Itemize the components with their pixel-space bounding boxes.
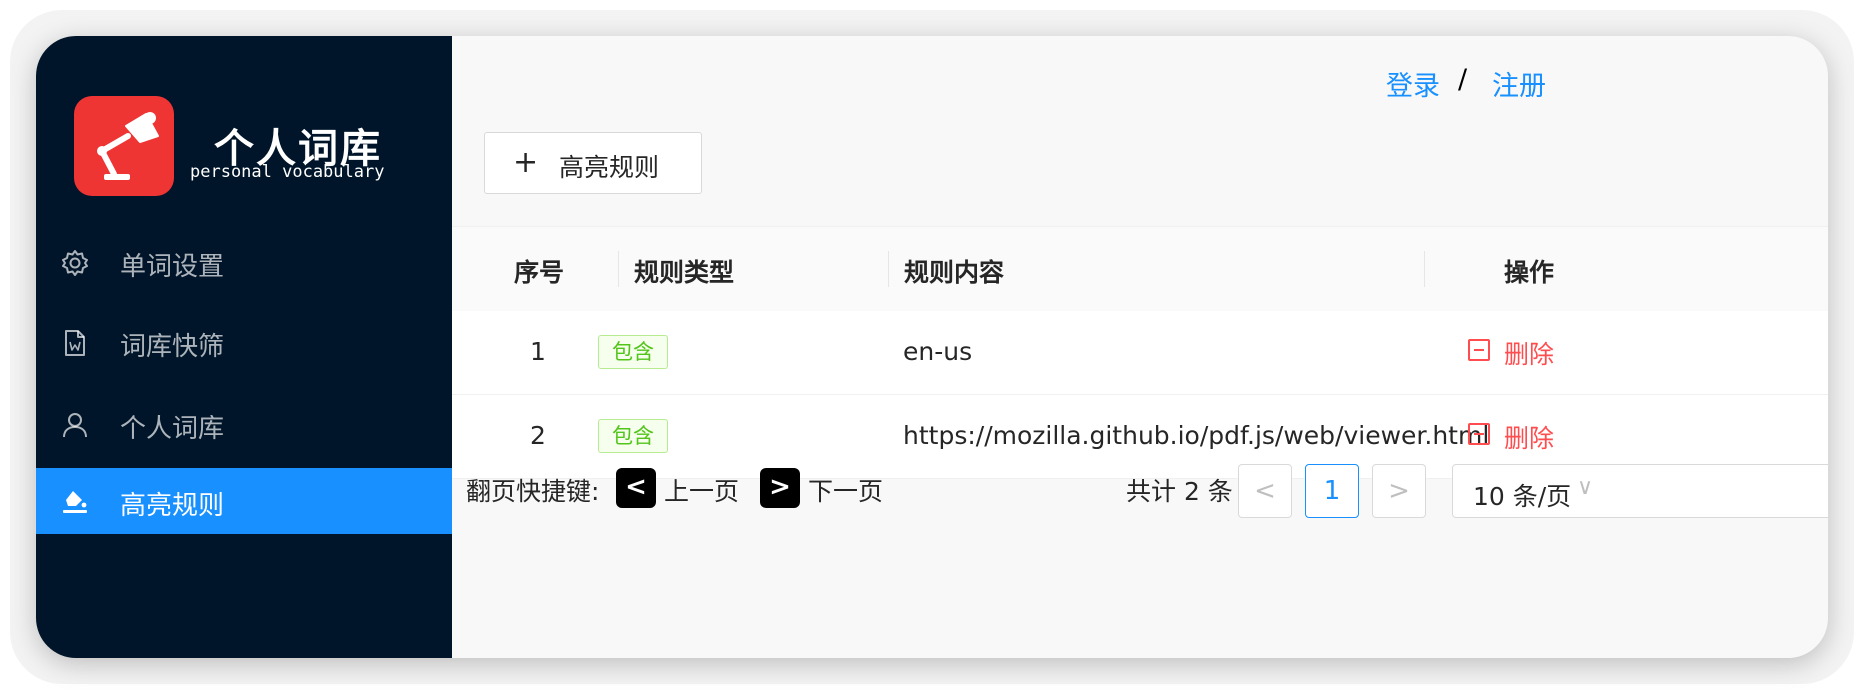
sidebar: 个人词库 personal vocabulary 单词设置 词库快筛 个人词库 …: [36, 36, 452, 658]
desk-lamp-icon: [97, 112, 159, 180]
page-1-button[interactable]: 1: [1305, 464, 1359, 518]
app-subtitle: personal vocabulary: [190, 162, 385, 182]
sidebar-item-personal-vocabulary[interactable]: 个人词库: [36, 384, 452, 464]
row-index: 1: [530, 337, 546, 366]
rule-type-tag: 包含: [598, 335, 668, 369]
app-window: 个人词库 personal vocabulary 单词设置 词库快筛 个人词库 …: [36, 36, 1828, 658]
page-size-value: 10 条/页: [1473, 482, 1572, 511]
next-key-badge: >: [760, 468, 800, 508]
sidebar-item-highlight-rules[interactable]: 高亮规则: [36, 468, 452, 534]
plus-icon: +: [513, 145, 539, 180]
rule-content: https://mozilla.github.io/pdf.js/web/vie…: [903, 421, 1490, 450]
sidebar-item-label: 个人词库: [120, 414, 225, 444]
main-content: 登录 / 注册 + 高亮规则 序号 规则类型 规则内容 操作 1 包含 en-u…: [452, 36, 1828, 658]
user-icon: [63, 413, 87, 438]
page-size-select[interactable]: 10 条/页 ∨: [1452, 464, 1828, 518]
rule-content: en-us: [903, 337, 973, 366]
sidebar-item-label: 高亮规则: [120, 491, 225, 521]
column-header-actions: 操作: [1504, 258, 1555, 287]
next-page-shortcut[interactable]: 下一页: [808, 472, 883, 508]
login-link[interactable]: 登录: [1386, 64, 1440, 103]
delete-label: 删除: [1504, 340, 1555, 369]
sidebar-item-label: 单词设置: [120, 252, 225, 282]
column-header-rule-type: 规则类型: [634, 258, 735, 287]
shortcut-label: 翻页快捷键:: [466, 477, 600, 506]
app-logo: [74, 96, 174, 196]
register-link[interactable]: 注册: [1492, 64, 1546, 103]
sidebar-item-word-settings[interactable]: 单词设置: [36, 222, 452, 302]
word-document-icon: [65, 330, 85, 356]
auth-separator: /: [1458, 64, 1468, 95]
sidebar-item-quick-filter[interactable]: 词库快筛: [36, 302, 452, 382]
chevron-down-icon: ∨: [1577, 475, 1594, 500]
prev-page-button[interactable]: <: [1238, 464, 1292, 518]
highlighter-icon: [63, 491, 87, 513]
prev-key-badge: <: [616, 468, 656, 508]
add-button-label: 高亮规则: [559, 153, 660, 182]
prev-page-shortcut[interactable]: 上一页: [664, 472, 739, 508]
next-page-button[interactable]: >: [1372, 464, 1426, 518]
row-index: 2: [530, 421, 546, 450]
add-highlight-rule-button[interactable]: + 高亮规则: [484, 132, 702, 194]
column-header-rule-content: 规则内容: [904, 258, 1005, 287]
pagination-bar: 翻页快捷键: < 上一页 > 下一页 共计 2 条 < 1 > 10 条/页 ∨: [452, 448, 1828, 532]
minus-square-icon: [1468, 339, 1490, 361]
gear-icon: [62, 250, 88, 276]
table-row: 1 包含 en-us 删除: [452, 311, 1828, 395]
table-header: 序号 规则类型 规则内容 操作: [452, 226, 1828, 312]
minus-square-icon: [1468, 423, 1490, 445]
total-count: 共计 2 条: [1126, 477, 1233, 506]
sidebar-item-label: 词库快筛: [120, 332, 225, 362]
column-header-index: 序号: [514, 258, 565, 287]
